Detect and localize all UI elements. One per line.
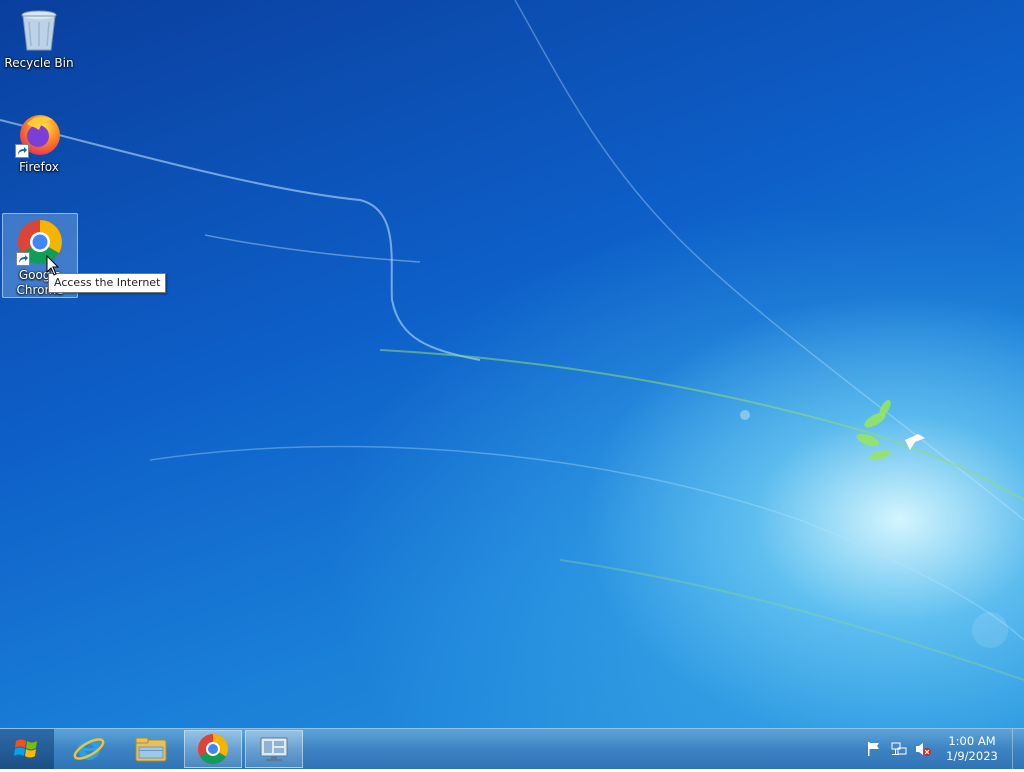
taskbar-internet-explorer[interactable] <box>60 730 118 768</box>
desktop-icon-recycle-bin[interactable]: Recycle Bin <box>2 2 76 71</box>
clock-time: 1:00 AM <box>948 734 996 748</box>
wallpaper <box>0 0 1024 681</box>
shortcut-arrow-icon <box>16 252 30 266</box>
system-clock[interactable]: 1:00 AM 1/9/2023 <box>936 734 1008 764</box>
start-button[interactable] <box>0 729 54 769</box>
file-explorer-icon <box>135 737 167 762</box>
server-manager-icon <box>260 737 288 761</box>
desktop-icon-firefox[interactable]: Firefox <box>2 106 76 175</box>
desktop-icon-label: Firefox <box>19 160 59 174</box>
taskbar-server-manager[interactable] <box>245 730 303 768</box>
taskbar-google-chrome[interactable] <box>184 730 242 768</box>
volume-muted-icon[interactable] <box>915 741 931 757</box>
taskbar: 1:00 AM 1/9/2023 <box>0 728 1024 769</box>
recycle-bin-icon <box>15 6 63 54</box>
show-desktop-button[interactable] <box>1012 729 1024 769</box>
mouse-cursor-icon <box>46 254 60 280</box>
clock-date: 1/9/2023 <box>946 749 998 763</box>
chrome-icon <box>198 734 229 765</box>
desktop-icon-label: Recycle Bin <box>4 56 74 70</box>
internet-explorer-icon <box>73 738 105 760</box>
shortcut-arrow-icon <box>15 144 29 158</box>
windows-logo-icon <box>14 739 37 758</box>
tooltip: Access the Internet <box>48 273 167 293</box>
network-icon[interactable] <box>891 741 907 757</box>
action-center-flag-icon[interactable] <box>866 741 882 757</box>
taskbar-windows-explorer[interactable] <box>122 730 180 768</box>
firefox-icon <box>15 110 63 158</box>
desktop[interactable]: Recycle Bin Firefox Google Chrome Access… <box>0 0 1024 728</box>
